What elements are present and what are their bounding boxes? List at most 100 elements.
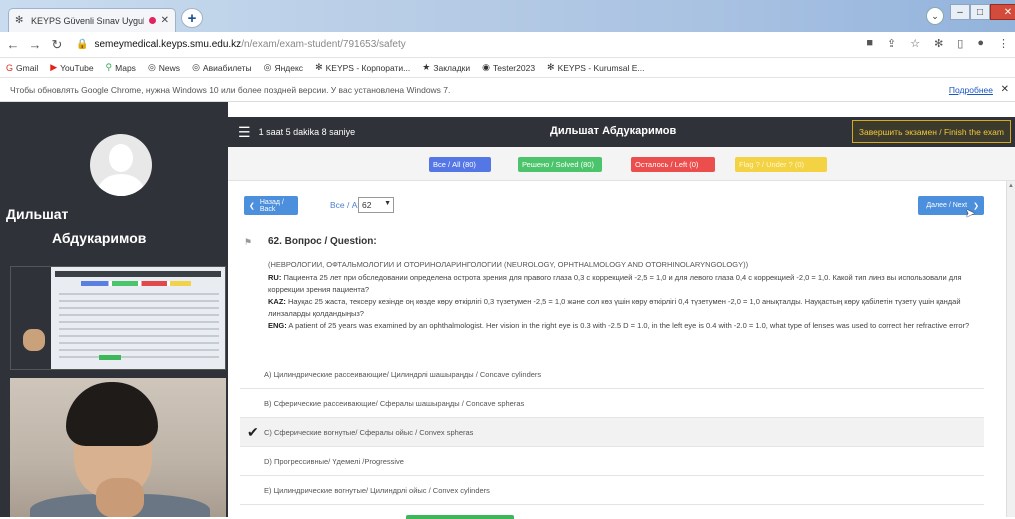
avatar-body: [98, 174, 144, 196]
answer-option-b[interactable]: B) Сферические рассеивающие/ Сфералы шаш…: [240, 389, 984, 418]
infobar-more-link[interactable]: Подробнее: [949, 85, 993, 95]
bookmark-star-icon[interactable]: ☆: [910, 37, 920, 50]
url-host: semeymedical.keyps.smu.edu.kz: [94, 39, 242, 50]
bookmark-keyps-kurumsal[interactable]: ✻ KEYPS - Kurumsal E...: [547, 62, 644, 73]
maximize-button[interactable]: □: [970, 4, 990, 20]
bookmark-yandex[interactable]: ◎ Яндекс: [264, 62, 303, 73]
avatar: [90, 134, 152, 196]
filter-left-button[interactable]: Осталось / Left (0): [631, 157, 715, 172]
eng-text: A patient of 25 years was examined by an…: [288, 321, 970, 330]
update-infobar: Чтобы обновлять Google Chrome, нужна Win…: [0, 78, 1015, 102]
next-label: Далее / Next: [926, 202, 968, 209]
filter-bar: Все / All (80) Решено / Solved (80) Оста…: [228, 147, 1015, 181]
answer-options: A) Цилиндрические рассеивающие/ Цилиндрл…: [240, 360, 984, 505]
bookmark-label: YouTube: [60, 62, 94, 73]
recording-indicator-icon: [148, 17, 156, 24]
answer-option-a[interactable]: A) Цилиндрические рассеивающие/ Цилиндрл…: [240, 360, 984, 389]
option-label: B) Сферические рассеивающие/ Сфералы шаш…: [264, 398, 525, 408]
address-bar-actions: ■ ⇪ ☆ ✻ ▯ ● ⋮: [866, 37, 1009, 50]
sidepanel-icon[interactable]: ▯: [957, 37, 963, 50]
new-tab-button[interactable]: +: [181, 8, 203, 28]
webcam-hair: [66, 382, 158, 446]
camera-icon[interactable]: ■: [866, 37, 873, 50]
preview-filter-buttons: [81, 281, 191, 286]
option-label: C) Сферические вогнутые/ Сфералы ойыс / …: [264, 427, 474, 437]
answer-option-d[interactable]: D) Прогрессивные/ Үдемелі /Progressive: [240, 447, 984, 476]
globe-icon: ◎: [147, 62, 156, 72]
question-title: 62. Вопрос / Question:: [268, 236, 377, 247]
scroll-up-icon[interactable]: ▲: [1008, 183, 1014, 189]
profile-icon[interactable]: ●: [977, 37, 984, 50]
lock-icon[interactable]: 🔒: [76, 39, 88, 50]
all-questions-label: Все / All: [330, 200, 362, 210]
bookmark-label: News: [158, 62, 181, 73]
bookmark-maps[interactable]: ⚲ Maps: [106, 62, 136, 73]
bookmark-folder[interactable]: ★ Закладки: [422, 62, 470, 73]
student-last-name: Абдукаримов: [52, 230, 147, 246]
reload-icon[interactable]: ↻: [48, 37, 66, 53]
bookmark-keyps-corp[interactable]: ✻ KEYPS - Корпорати...: [315, 62, 410, 73]
bookmark-news[interactable]: ◎ News: [148, 62, 180, 73]
webcam-hand: [96, 478, 144, 517]
kaz-label: KAZ:: [268, 297, 286, 306]
hamburger-menu-icon[interactable]: ☰: [238, 124, 251, 141]
webcam-feed: [10, 378, 226, 517]
bookmark-tester[interactable]: ◉ Tester2023: [482, 62, 535, 73]
bookmark-youtube[interactable]: ▶ YouTube: [50, 62, 93, 73]
filter-flagged-button[interactable]: Flag ? / Under ? (0): [735, 157, 827, 172]
bookmark-label: KEYPS - Kurumsal E...: [557, 62, 645, 73]
close-icon[interactable]: ✕: [1001, 84, 1009, 95]
back-button[interactable]: ❮ Назад / Back: [244, 196, 298, 215]
preview-webcam: [23, 329, 45, 351]
eng-label: ENG:: [268, 321, 287, 330]
url-field[interactable]: semeymedical.keyps.smu.edu.kz/n/exam/exa…: [94, 39, 405, 50]
preview-text-lines: [59, 293, 219, 363]
bookmark-gmail[interactable]: G Gmail: [6, 63, 38, 73]
close-window-button[interactable]: ✕: [990, 4, 1015, 20]
menu-dots-icon[interactable]: ⋮: [998, 37, 1009, 50]
chevron-down-icon: ▼: [384, 200, 391, 207]
star-icon: ★: [422, 62, 431, 72]
window-controls: – □ ✕: [950, 4, 1015, 22]
kaz-text: Науқас 25 жаста, тексеру кезінде оң көзд…: [268, 297, 961, 318]
url-path: /n/exam/exam-student/791653/safety: [241, 39, 406, 50]
answer-option-c[interactable]: ✔ C) Сферические вогнутые/ Сфералы ойыс /…: [240, 418, 984, 447]
flag-icon[interactable]: ⚑: [244, 237, 252, 248]
youtube-icon: ▶: [50, 62, 58, 72]
address-bar: ← → ↻ 🔒 semeymedical.keyps.smu.edu.kz/n/…: [0, 32, 1015, 58]
question-number-value: 62: [362, 200, 372, 210]
screen-share-preview: [10, 266, 226, 370]
back-label: Назад / Back: [259, 198, 284, 213]
maps-icon: ⚲: [105, 62, 113, 72]
submit-button[interactable]: [406, 515, 514, 519]
globe-icon: ◎: [192, 62, 200, 72]
bookmark-label: Tester2023: [492, 62, 536, 73]
share-icon[interactable]: ⇪: [887, 37, 896, 50]
tab-search-icon[interactable]: ⌄: [926, 7, 944, 25]
extension-icon[interactable]: ✻: [934, 37, 943, 50]
topbar-student-name: Дильшат Абдукаримов: [550, 125, 677, 137]
preview-topbar: [55, 271, 221, 277]
filter-all-button[interactable]: Все / All (80): [429, 157, 491, 172]
globe-icon: ◎: [263, 62, 272, 72]
browser-titlebar: ✻ KEYPS Güvenli Sınav Uygula ✕ + ⌄ – □ ✕: [0, 0, 1015, 32]
close-tab-icon[interactable]: ✕: [161, 15, 169, 26]
question-nav: ❮ Назад / Back Все / All 62 ▼ Далее / Next…: [238, 194, 990, 218]
browser-tab[interactable]: ✻ KEYPS Güvenli Sınav Uygula ✕: [8, 8, 176, 32]
minimize-button[interactable]: –: [950, 4, 970, 20]
filter-solved-button[interactable]: Решено / Solved (80): [518, 157, 602, 172]
exam-main: ☰ 1 saat 5 dakika 8 saniye Дильшат Абдук…: [228, 102, 1015, 519]
exam-timer: 1 saat 5 dakika 8 saniye: [258, 127, 356, 137]
ru-label: RU:: [268, 273, 282, 282]
mouse-cursor-icon: ➤: [965, 206, 976, 220]
question-number-select[interactable]: 62 ▼: [358, 197, 394, 213]
preview-sidebar: [11, 267, 51, 369]
bookmark-aviabilety[interactable]: ◎ Авиабилеты: [192, 62, 252, 73]
option-label: D) Прогрессивные/ Үдемелі /Progressive: [264, 456, 404, 466]
forward-arrow-icon[interactable]: →: [26, 37, 44, 52]
gmail-icon: G: [6, 62, 14, 73]
back-arrow-icon[interactable]: ←: [4, 37, 22, 52]
answer-option-e[interactable]: E) Цилиндрические вогнутые/ Цилиндрлі ой…: [240, 476, 984, 505]
finish-exam-button[interactable]: Завершить экзамен / Finish the exam: [851, 120, 1011, 143]
page-scrollbar[interactable]: ▲: [1006, 181, 1015, 517]
